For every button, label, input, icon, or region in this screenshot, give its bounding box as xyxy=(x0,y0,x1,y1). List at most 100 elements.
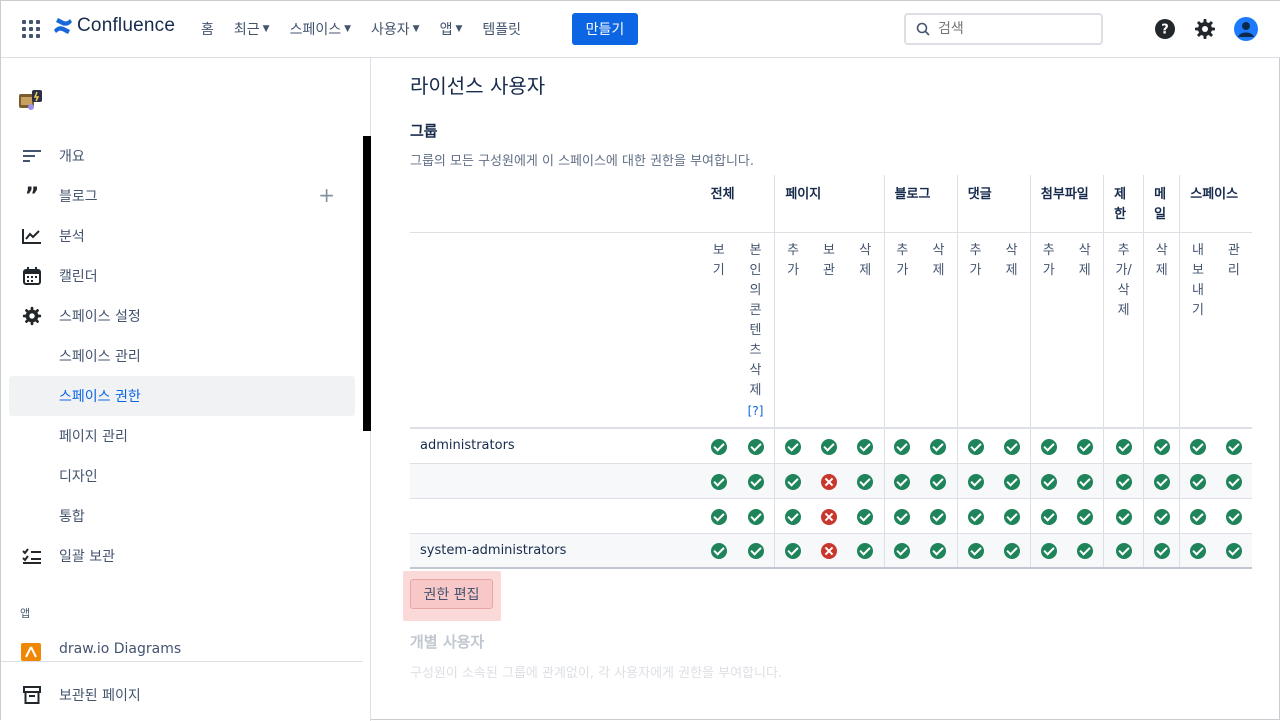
settings-gear-icon[interactable] xyxy=(1193,17,1217,41)
permission-cell xyxy=(956,498,994,534)
permission-cell xyxy=(736,428,775,464)
sidebar-item-integrations[interactable]: 통합 xyxy=(9,496,355,536)
granted-check-icon xyxy=(857,508,874,525)
edit-permissions-highlight: 권한 편집 xyxy=(403,571,501,621)
space-logo-icon[interactable] xyxy=(19,90,43,112)
permission-cell xyxy=(700,463,737,499)
granted-check-icon xyxy=(1115,543,1132,560)
denied-cross-icon xyxy=(820,508,837,525)
granted-check-icon xyxy=(1003,473,1020,490)
sidebar-item-drawio[interactable]: draw.io Diagrams xyxy=(9,641,355,661)
nav-item-label: 스페이스 xyxy=(289,22,342,38)
sidebar-item-blog[interactable]: ” 블로그 + xyxy=(9,176,355,216)
granted-check-icon xyxy=(1190,543,1207,560)
granted-check-icon xyxy=(894,473,911,490)
sidebar-item-label: 블로그 xyxy=(59,189,98,205)
action-attachment-add-header: 추가 xyxy=(1029,232,1067,429)
granted-check-icon xyxy=(747,473,764,490)
category-label: 메일 xyxy=(1154,187,1167,222)
granted-check-icon xyxy=(747,508,764,525)
search-input[interactable] xyxy=(938,21,1088,37)
granted-check-icon xyxy=(710,508,727,525)
nav-item-people[interactable]: 사용자 ▼ xyxy=(371,18,420,40)
sidebar-item-bulk-archive[interactable]: 일괄 보관 xyxy=(9,536,355,576)
action-label: 추가 xyxy=(969,242,982,278)
granted-check-icon xyxy=(820,438,837,455)
permission-cell xyxy=(810,498,847,534)
category-label: 첨부파일 xyxy=(1040,187,1089,202)
sidebar-item-space-manage[interactable]: 스페이스 관리 xyxy=(9,336,355,376)
category-label: 댓글 xyxy=(967,187,992,202)
app-switcher-icon[interactable] xyxy=(22,20,40,38)
sidebar-item-archived-pages[interactable]: 보관된 페이지 xyxy=(9,675,355,715)
chevron-down-icon: ▼ xyxy=(344,24,352,34)
sidebar-scrollbar[interactable] xyxy=(363,136,371,431)
permission-cell xyxy=(920,533,958,569)
permission-cell xyxy=(1143,428,1180,464)
granted-check-icon xyxy=(1153,508,1170,525)
sidebar-item-space-permissions[interactable]: 스페이스 권한 xyxy=(9,376,355,416)
edit-permissions-button[interactable]: 권한 편집 xyxy=(410,579,493,609)
permission-cell xyxy=(1215,463,1252,499)
category-label: 제한 xyxy=(1114,187,1127,222)
nav-item-templates[interactable]: 템플릿 xyxy=(482,18,521,40)
action-spacer xyxy=(410,232,701,429)
granted-check-icon xyxy=(1115,438,1132,455)
granted-check-icon xyxy=(1003,508,1020,525)
permission-cell xyxy=(1143,533,1180,569)
permission-cell xyxy=(1029,428,1067,464)
permission-category-row: 전체 페이지 블로그 댓글 첨부파일 제한 메일 스페이스 xyxy=(410,175,1252,233)
action-label: 삭제 xyxy=(1155,242,1168,278)
permission-cell xyxy=(1103,463,1144,499)
sidebar-item-design[interactable]: 디자인 xyxy=(9,456,355,496)
sidebar-item-analytics[interactable]: 분석 xyxy=(9,216,355,256)
granted-check-icon xyxy=(967,508,984,525)
nav-item-label: 최근 xyxy=(233,22,260,38)
granted-check-icon xyxy=(747,543,764,560)
overview-icon xyxy=(21,145,43,167)
granted-check-icon xyxy=(1225,473,1242,490)
action-label: 관리 xyxy=(1227,242,1240,278)
category-all-header: 전체 xyxy=(700,175,775,233)
help-icon[interactable]: ? xyxy=(1153,17,1177,41)
sidebar-item-space-settings[interactable]: 스페이스 설정 xyxy=(9,296,355,336)
permission-cell xyxy=(1029,533,1067,569)
permission-cell xyxy=(1179,498,1216,534)
sidebar-item-label: 캘린더 xyxy=(59,269,98,285)
permission-cell xyxy=(1215,428,1252,464)
permission-cell xyxy=(993,463,1031,499)
confluence-logo[interactable]: Confluence xyxy=(53,15,175,37)
add-blog-icon[interactable]: + xyxy=(318,185,335,205)
action-space-export-header: 내보내기 xyxy=(1179,232,1216,429)
help-link[interactable]: [?] xyxy=(748,404,764,418)
nav-item-home[interactable]: 홈 xyxy=(201,18,214,40)
nav-item-spaces[interactable]: 스페이스 ▼ xyxy=(290,18,351,40)
confluence-logo-icon xyxy=(54,18,72,34)
sidebar-item-calendar[interactable]: 캘린더 xyxy=(9,256,355,296)
action-label: 삭제 xyxy=(1005,242,1018,278)
action-label: 삭제 xyxy=(1078,242,1091,278)
permission-cell xyxy=(774,533,811,569)
nav-item-apps[interactable]: 앱 ▼ xyxy=(440,18,463,40)
permission-cell xyxy=(1103,428,1144,464)
granted-check-icon xyxy=(930,438,947,455)
space-sidebar: 개요 ” 블로그 + 분석 캘린더 스페이스 설정 스페이스 관리 스페이스 권… xyxy=(1,58,371,721)
permission-cell xyxy=(1066,498,1104,534)
permission-cell xyxy=(1179,428,1216,464)
permission-rows: administrators system-administrators xyxy=(410,428,1252,569)
user-avatar[interactable] xyxy=(1234,17,1258,41)
sidebar-item-label: 분석 xyxy=(59,229,85,245)
sidebar-item-page-manage[interactable]: 페이지 관리 xyxy=(9,416,355,456)
permission-cell xyxy=(883,498,921,534)
action-label: 추가 xyxy=(1042,242,1055,278)
nav-item-recent[interactable]: 최근 ▼ xyxy=(234,18,270,40)
search-box[interactable] xyxy=(904,13,1103,45)
bulk-archive-icon xyxy=(21,545,43,567)
sidebar-item-overview[interactable]: 개요 xyxy=(9,136,355,176)
quote-icon: ” xyxy=(24,183,40,209)
permission-cell xyxy=(920,428,958,464)
create-button[interactable]: 만들기 xyxy=(572,13,638,45)
action-label: 추가 xyxy=(896,242,909,278)
group-name: system-administrators xyxy=(410,533,701,569)
granted-check-icon xyxy=(710,438,727,455)
